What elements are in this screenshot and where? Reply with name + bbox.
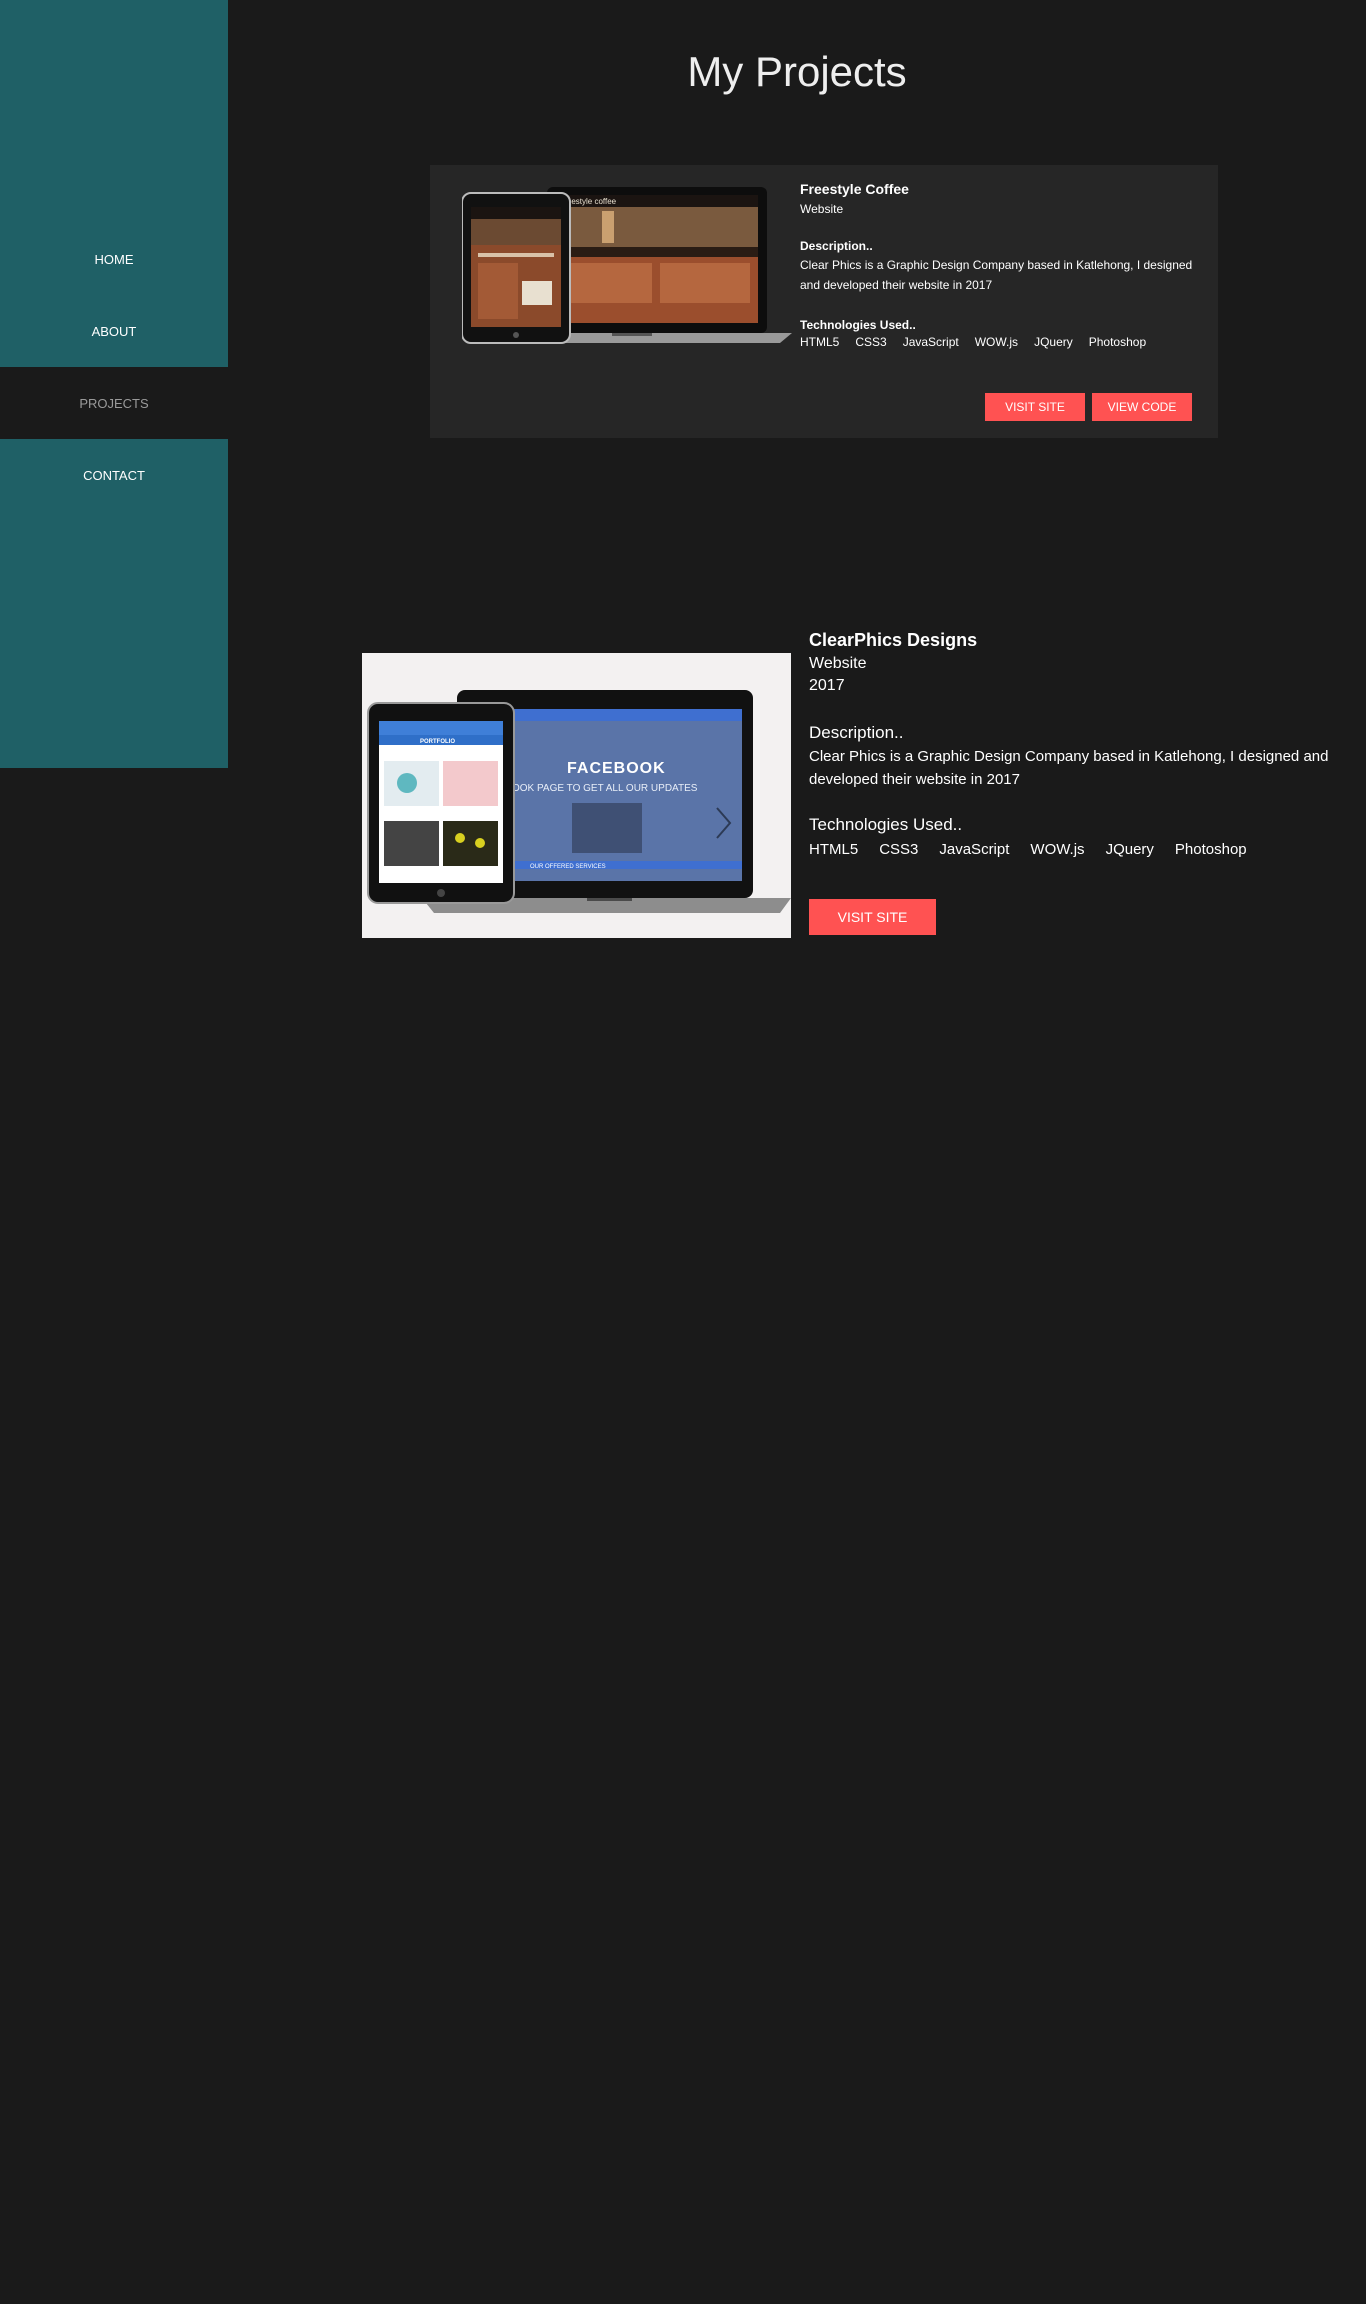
project-card-clearphics: ClearPhics Designs Website 2017 Descript… <box>809 630 1329 858</box>
nav-projects[interactable]: PROJECTS <box>0 367 228 439</box>
tech-item: HTML5 <box>800 335 840 349</box>
tech-item: WOW.js <box>974 335 1019 349</box>
project-card-freestyle-coffee: freestyle coffee Freestyle Coffee Websit… <box>430 165 1218 438</box>
project-name: Freestyle Coffee <box>800 181 909 197</box>
project-description: Clear Phics is a Graphic Design Company … <box>800 258 1193 292</box>
technologies-label: Technologies Used.. <box>809 815 963 834</box>
description-label: Description.. <box>800 239 873 253</box>
technologies-list: HTML5 CSS3 JavaScript WOW.js JQuery Phot… <box>800 335 1200 349</box>
project-type: Website <box>800 202 844 216</box>
project-name: ClearPhics Designs <box>809 630 978 650</box>
screenshot-subheading: OOK PAGE TO GET ALL OUR UPDATES <box>512 783 698 794</box>
page-title: My Projects <box>687 48 907 95</box>
screenshot-footer-text: OUR OFFERED SERVICES <box>530 864 606 870</box>
project-screenshot: freestyle coffee <box>462 183 792 353</box>
sidebar: HOME ABOUT PROJECTS CONTACT <box>0 0 228 768</box>
project-info: Freestyle Coffee Website Description.. C… <box>800 181 1200 349</box>
tech-item: JavaScript <box>939 841 1010 858</box>
tech-item: CSS3 <box>879 841 919 858</box>
tech-item: WOW.js <box>1030 841 1085 858</box>
nav-about[interactable]: ABOUT <box>0 295 228 367</box>
tech-item: Photoshop <box>1088 335 1147 349</box>
project-type: Website <box>809 655 867 672</box>
tech-item: HTML5 <box>809 841 859 858</box>
description-label: Description.. <box>809 723 904 742</box>
visit-site-button[interactable]: VISIT SITE <box>985 393 1085 421</box>
technologies-list: HTML5 CSS3 JavaScript WOW.js JQuery Phot… <box>809 841 1329 858</box>
nav-contact[interactable]: CONTACT <box>0 439 228 511</box>
nav-home[interactable]: HOME <box>0 223 228 295</box>
visit-site-button[interactable]: VISIT SITE <box>809 899 936 935</box>
tech-item: CSS3 <box>855 335 887 349</box>
project-description: Clear Phics is a Graphic Design Company … <box>809 748 1329 788</box>
screenshot-tablet-title: PORTFOLIO <box>420 739 455 745</box>
project-screenshot-clearphics: FACEBOOK OOK PAGE TO GET ALL OUR UPDATES… <box>362 653 791 938</box>
view-code-button[interactable]: VIEW CODE <box>1092 393 1192 421</box>
technologies-label: Technologies Used.. <box>800 318 916 332</box>
tech-item: JavaScript <box>902 335 959 349</box>
tech-item: JQuery <box>1105 841 1154 858</box>
tech-item: JQuery <box>1034 335 1073 349</box>
screenshot-heading: FACEBOOK <box>567 760 666 777</box>
project-year: 2017 <box>809 677 845 694</box>
tech-item: Photoshop <box>1174 841 1247 858</box>
